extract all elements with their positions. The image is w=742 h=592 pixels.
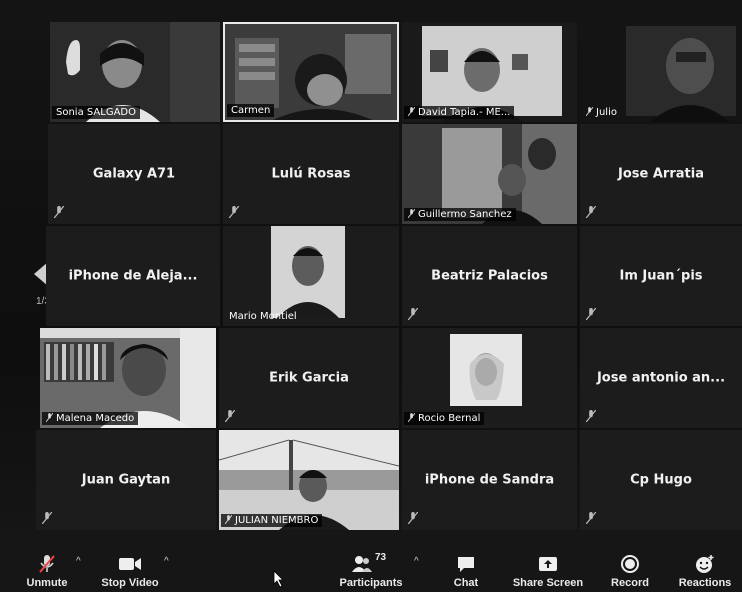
share-screen-button[interactable]: Share Screen: [512, 540, 584, 592]
participant-name-label: David Tapia.- ME...: [404, 106, 515, 119]
participant-name: Beatriz Palacios: [431, 268, 548, 284]
participant-name: iPhone de Aleja...: [68, 268, 198, 284]
chevron-up-icon[interactable]: ^: [414, 556, 419, 567]
muted-mic-icon: [408, 413, 415, 422]
muted-mic-icon: [408, 512, 418, 524]
share-screen-icon: [539, 557, 557, 571]
participant-name: Erik Garcia: [269, 370, 349, 386]
reactions-button[interactable]: Reactions: [676, 540, 734, 592]
participant-tile[interactable]: David Tapia.- ME...: [402, 22, 577, 122]
participant-name: Juan Gaytan: [81, 472, 171, 488]
muted-mic-icon: [586, 206, 596, 218]
participant-tile[interactable]: Malena Macedo: [40, 328, 216, 428]
participant-tile[interactable]: Im Juan´pis: [580, 226, 742, 326]
participant-tile[interactable]: Mario Montiel: [223, 226, 399, 326]
participant-name-label: JULIAN NIEMBRO: [221, 514, 323, 527]
participants-count: 73: [375, 552, 387, 563]
participant-tile[interactable]: Jose Arratia: [580, 124, 742, 224]
participant-name-label: Julio: [582, 106, 621, 119]
meeting-toolbar: Unmute ^ Stop Video ^ 73 Participants ^ …: [0, 540, 742, 592]
chat-label: Chat: [453, 577, 479, 589]
participant-tile[interactable]: JULIAN NIEMBRO: [219, 430, 399, 530]
participant-name: Malena Macedo: [56, 413, 135, 424]
participant-tile[interactable]: Galaxy A71: [48, 124, 220, 224]
participant-name: David Tapia.- ME...: [418, 107, 511, 118]
chat-button[interactable]: Chat: [446, 540, 486, 592]
muted-mic-icon: [408, 209, 415, 218]
muted-mic-icon: [225, 410, 235, 422]
muted-mic-icon: [225, 515, 232, 524]
record-icon: [621, 555, 639, 573]
participant-name-label: Sonia SALGADO: [52, 106, 140, 119]
participants-button[interactable]: 73 Participants: [338, 540, 404, 592]
participant-tile[interactable]: Rocio Bernal: [402, 328, 577, 428]
participant-name: Cp Hugo: [630, 472, 692, 488]
participant-tile[interactable]: Jose antonio an...: [580, 328, 742, 428]
participant-name: Guillermo Sanchez: [418, 209, 512, 220]
muted-mic-icon: [229, 206, 239, 218]
muted-mic-icon: [586, 308, 596, 320]
participant-tile[interactable]: Juan Gaytan: [36, 430, 216, 530]
participant-name-label: Malena Macedo: [42, 412, 139, 425]
chevron-up-icon[interactable]: ^: [164, 556, 169, 567]
zoom-meeting-window: 1/3 Sonia SALGADO Carmen David Tapia.- M…: [0, 0, 742, 592]
participants-label: Participants: [339, 577, 403, 589]
record-label: Record: [611, 577, 649, 589]
participant-name: Sonia SALGADO: [56, 107, 136, 118]
muted-mic-icon: [54, 206, 64, 218]
participants-icon: [352, 556, 372, 572]
mouse-cursor-icon: [273, 570, 284, 588]
muted-mic-icon: [408, 107, 415, 116]
participant-tile-active-speaker[interactable]: Carmen: [223, 22, 399, 122]
participant-name: Rocio Bernal: [418, 413, 481, 424]
chat-bubble-icon: [458, 557, 474, 572]
share-screen-label: Share Screen: [512, 577, 584, 589]
participant-name-label: Guillermo Sanchez: [404, 208, 516, 221]
muted-mic-icon: [39, 555, 55, 573]
reactions-smiley-icon: [696, 555, 714, 573]
stop-video-button[interactable]: Stop Video: [98, 540, 162, 592]
participant-tile[interactable]: iPhone de Sandra: [402, 430, 577, 530]
participant-name: Jose Arratia: [618, 166, 704, 182]
video-camera-icon: [119, 558, 141, 570]
stop-video-label: Stop Video: [101, 577, 159, 589]
muted-mic-icon: [586, 107, 593, 116]
unmute-label: Unmute: [26, 577, 68, 589]
participant-name: Julio: [596, 107, 617, 118]
participant-name: Carmen: [231, 105, 271, 116]
participant-tile[interactable]: Cp Hugo: [580, 430, 742, 530]
unmute-button[interactable]: Unmute: [22, 540, 72, 592]
participant-name: Lulú Rosas: [271, 166, 351, 182]
participant-name-label: Rocio Bernal: [404, 412, 485, 425]
participant-name: Im Juan´pis: [619, 268, 703, 284]
participant-tile[interactable]: Beatriz Palacios: [402, 226, 577, 326]
participant-name: Galaxy A71: [92, 166, 176, 182]
chevron-up-icon[interactable]: ^: [76, 556, 81, 567]
participant-name-label: Carmen: [227, 104, 275, 117]
participant-name: iPhone de Sandra: [424, 472, 555, 488]
participant-name: Mario Montiel: [229, 311, 297, 322]
participant-tile[interactable]: Erik Garcia: [219, 328, 399, 428]
muted-mic-icon: [408, 308, 418, 320]
participant-name: JULIAN NIEMBRO: [235, 515, 319, 526]
participant-video: [450, 334, 522, 406]
participant-tile[interactable]: Guillermo Sanchez: [402, 124, 577, 224]
muted-mic-icon: [46, 413, 53, 422]
muted-mic-icon: [586, 512, 596, 524]
participant-name-label: Mario Montiel: [225, 310, 301, 323]
muted-mic-icon: [42, 512, 52, 524]
participant-name: Jose antonio an...: [596, 370, 726, 386]
participant-tile[interactable]: Lulú Rosas: [223, 124, 399, 224]
participant-tile[interactable]: Sonia SALGADO: [50, 22, 220, 122]
record-button[interactable]: Record: [606, 540, 654, 592]
participant-video: [271, 226, 345, 318]
participant-tile[interactable]: iPhone de Aleja...: [46, 226, 220, 326]
participants-icon-group: 73: [351, 552, 391, 574]
gallery-grid: Sonia SALGADO Carmen David Tapia.- ME...…: [36, 22, 742, 530]
muted-mic-icon: [586, 410, 596, 422]
reactions-label: Reactions: [678, 577, 732, 589]
participant-tile[interactable]: Julio: [580, 22, 742, 122]
